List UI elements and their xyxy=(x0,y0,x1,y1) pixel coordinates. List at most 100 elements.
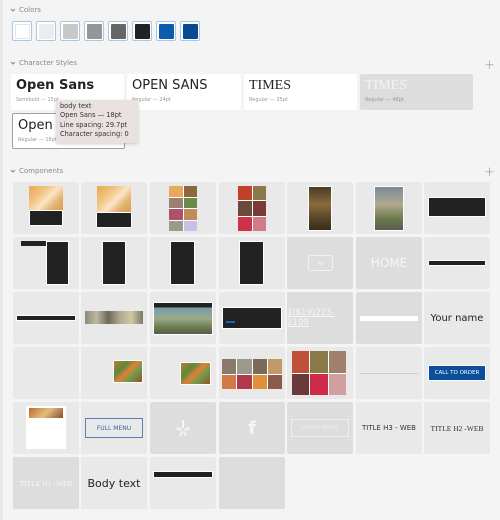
component-tile[interactable]: FULL MENU xyxy=(81,402,147,454)
contact-block xyxy=(222,307,282,329)
chevron-down-icon xyxy=(10,169,16,173)
color-swatch[interactable] xyxy=(84,21,104,41)
component-tile[interactable]: LEARN MORE xyxy=(287,402,353,454)
component-tile[interactable]: HOME xyxy=(356,237,422,289)
component-tile[interactable] xyxy=(81,237,147,289)
swatch-fill xyxy=(182,23,198,39)
tooltip-line: Open Sans — 18pt xyxy=(60,111,122,120)
input-field xyxy=(360,316,418,321)
title-h2-label: TITLE H2 -WEB xyxy=(430,423,484,433)
component-tile[interactable] xyxy=(81,182,147,234)
component-tile[interactable]: TITLE H3 - WEB xyxy=(356,402,422,454)
component-tile[interactable] xyxy=(219,237,285,289)
component-tile[interactable] xyxy=(287,182,353,234)
chevron-down-icon xyxy=(317,261,325,266)
style-meta: Regular — 24pt xyxy=(132,97,171,103)
component-tile[interactable]: f xyxy=(219,402,285,454)
color-swatch[interactable] xyxy=(12,21,32,41)
character-style-card[interactable]: OPEN SANS Regular — 24pt xyxy=(127,74,241,110)
color-swatch[interactable] xyxy=(108,21,128,41)
color-swatch[interactable] xyxy=(132,21,152,41)
photo-grid xyxy=(238,186,266,231)
component-tile[interactable] xyxy=(150,182,216,234)
call-to-order-button: CALL TO ORDER xyxy=(428,365,486,381)
style-name: Open Sans xyxy=(16,78,95,93)
tooltip-line: body text xyxy=(60,102,92,110)
divider xyxy=(360,373,418,374)
caption-box xyxy=(29,210,63,226)
component-tile[interactable]: Your name xyxy=(424,292,490,344)
component-tile[interactable] xyxy=(424,182,490,234)
menu-card-image xyxy=(29,408,63,418)
components-title: Components xyxy=(19,167,64,175)
character-style-card[interactable]: TIMES Regular — 35pt xyxy=(244,74,357,110)
mobile-menu xyxy=(102,241,126,285)
tooltip-line: Character spacing: 0 xyxy=(60,129,129,138)
component-tile[interactable] xyxy=(219,347,285,399)
photo-grid xyxy=(222,359,282,389)
component-tile[interactable]: 1(619)223-1109 xyxy=(287,292,353,344)
components-section-header[interactable]: Components xyxy=(10,167,63,175)
food-image xyxy=(180,362,211,385)
phone-link: 1(619)223-1109 xyxy=(287,308,335,328)
component-tile[interactable]: TITLE H2 -WEB xyxy=(424,402,490,454)
component-tile[interactable] xyxy=(13,237,79,289)
colors-section-header[interactable]: Colors xyxy=(10,6,41,14)
menu-card-image xyxy=(308,186,332,231)
component-tile[interactable] xyxy=(13,347,79,399)
component-tile[interactable] xyxy=(150,237,216,289)
component-tile[interactable] xyxy=(287,347,353,399)
add-component-icon[interactable]: + xyxy=(484,166,495,179)
mobile-menu xyxy=(239,241,264,285)
component-tile[interactable] xyxy=(13,402,79,454)
swatch-fill xyxy=(38,23,54,39)
component-tile[interactable] xyxy=(356,347,422,399)
facebook-icon: f xyxy=(248,417,256,439)
color-swatch[interactable] xyxy=(180,21,200,41)
component-tile[interactable] xyxy=(81,347,147,399)
footer-bar xyxy=(428,197,486,217)
component-tile[interactable] xyxy=(356,292,422,344)
component-tile[interactable] xyxy=(287,237,353,289)
character-styles-section-header[interactable]: Character Styles xyxy=(10,59,77,67)
swatch-fill xyxy=(158,23,174,39)
banner-image xyxy=(85,311,143,324)
food-image xyxy=(29,186,63,210)
style-name: TIMES xyxy=(365,78,407,93)
food-image xyxy=(97,186,131,212)
caption-box xyxy=(96,212,132,228)
component-tile[interactable] xyxy=(356,182,422,234)
component-tile[interactable]: Body text xyxy=(81,457,147,509)
nav-bar xyxy=(16,315,76,321)
component-tile[interactable]: TITLE H1 -WEB xyxy=(13,457,79,509)
full-menu-button: FULL MENU xyxy=(85,418,143,438)
component-tile[interactable] xyxy=(150,347,216,399)
component-tile[interactable]: CALL TO ORDER xyxy=(424,347,490,399)
color-swatch[interactable] xyxy=(36,21,56,41)
thin-bar xyxy=(428,260,486,266)
component-tile[interactable] xyxy=(13,292,79,344)
character-styles-title: Character Styles xyxy=(19,59,78,67)
component-tile[interactable] xyxy=(13,182,79,234)
hero-image xyxy=(153,302,213,335)
component-tile[interactable] xyxy=(81,292,147,344)
accent-line xyxy=(226,321,235,323)
style-meta: Regular — 35pt xyxy=(249,97,288,103)
style-meta: Regular — 48pt xyxy=(365,97,404,103)
component-tile[interactable] xyxy=(219,457,285,509)
component-tile[interactable] xyxy=(150,292,216,344)
assets-panel: Colors Character Styles + Open Sans Semi… xyxy=(0,0,500,520)
home-label: HOME xyxy=(370,256,408,270)
component-tile[interactable] xyxy=(150,457,216,509)
menu-card xyxy=(26,406,66,449)
component-tile[interactable] xyxy=(219,292,285,344)
color-swatch[interactable] xyxy=(60,21,80,41)
component-tile[interactable] xyxy=(150,402,216,454)
color-swatch[interactable] xyxy=(156,21,176,41)
component-tile[interactable] xyxy=(424,237,490,289)
mobile-menu xyxy=(46,241,69,285)
title-h1-label: TITLE H1 -WEB xyxy=(19,478,73,488)
component-tile[interactable] xyxy=(219,182,285,234)
character-style-card[interactable]: TIMES Regular — 48pt xyxy=(360,74,473,110)
add-character-style-icon[interactable]: + xyxy=(484,59,495,72)
